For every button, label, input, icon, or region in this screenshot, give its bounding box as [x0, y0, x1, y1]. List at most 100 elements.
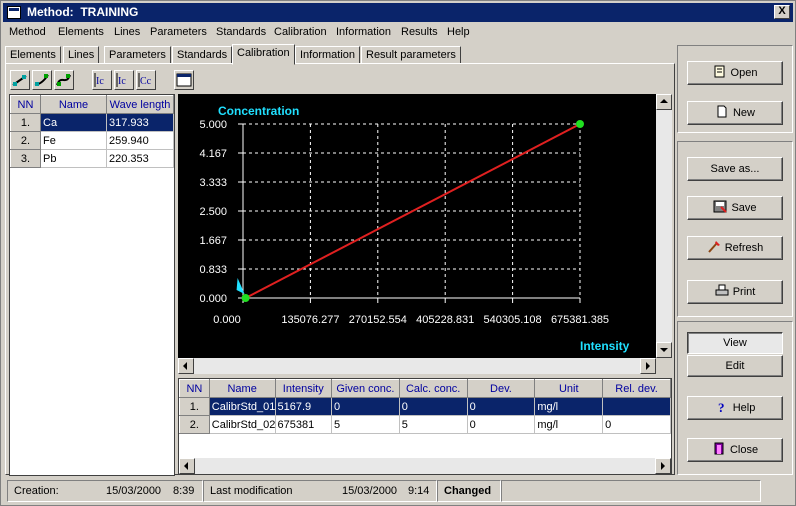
col-nn[interactable]: NN	[179, 379, 210, 398]
x-tick-label: 0.000	[213, 314, 241, 326]
menu-help[interactable]: Help	[447, 26, 470, 38]
view-button[interactable]: View	[687, 332, 783, 354]
open-button[interactable]: Open	[687, 61, 783, 85]
calibration-chart[interactable]: Concentration Intensity 5.000 4.167 3.333 2…	[178, 94, 656, 358]
col-rel-dev[interactable]: Rel. dev.	[602, 379, 671, 398]
standards-horizontal-scrollbar[interactable]	[179, 458, 671, 474]
row-number: 1.	[179, 397, 210, 416]
window-title: Method: TRAINING	[27, 5, 139, 19]
tab-calibration[interactable]: Calibration	[232, 44, 295, 65]
creation-label: Creation:	[14, 485, 59, 497]
standard-given-conc[interactable]: 0	[331, 397, 400, 416]
tab-lines[interactable]: Lines	[63, 46, 100, 64]
print-button[interactable]: Print	[687, 280, 783, 304]
view-label: View	[723, 337, 747, 349]
standard-unit[interactable]: mg/l	[534, 397, 604, 416]
window-icon[interactable]	[174, 70, 194, 90]
new-button[interactable]: New	[687, 101, 783, 125]
menu-parameters[interactable]: Parameters	[150, 26, 207, 38]
title-bar[interactable]: Method: TRAINING X	[3, 3, 793, 22]
standard-calc-conc[interactable]: 0	[398, 397, 468, 416]
window-close-button[interactable]: X	[774, 5, 790, 19]
main-window: Method: TRAINING X Method Elements Lines…	[0, 0, 796, 506]
standard-row[interactable]: 2. CalibrStd_02 675381 5 5 0 mg/l 0	[179, 415, 671, 434]
scroll-left-button[interactable]	[178, 358, 194, 374]
scroll-down-button[interactable]	[656, 342, 672, 358]
col-unit[interactable]: Unit	[534, 379, 604, 398]
calib-cubic-icon[interactable]	[54, 70, 74, 90]
y-tick-label: 5.000	[199, 119, 227, 131]
standard-calc-conc[interactable]: 5	[398, 415, 468, 434]
refresh-button[interactable]: Refresh	[687, 236, 783, 260]
save-button[interactable]: Save	[687, 196, 783, 220]
element-name[interactable]: Fe	[40, 131, 107, 150]
col-given-conc[interactable]: Given conc.	[331, 379, 400, 398]
element-row[interactable]: 3. Pb 220.353	[10, 149, 174, 168]
col-intensity[interactable]: Intensity	[274, 379, 333, 398]
standard-name[interactable]: CalibrStd_02	[208, 415, 276, 434]
help-label: Help	[732, 402, 756, 414]
help-button[interactable]: ? Help	[687, 396, 783, 420]
concentration-correction-icon[interactable]: Cc	[136, 70, 156, 90]
scroll-up-button[interactable]	[656, 94, 672, 110]
y-tick-label: 2.500	[199, 206, 227, 218]
menu-lines[interactable]: Lines	[114, 26, 140, 38]
standard-name[interactable]: CalibrStd_01	[208, 397, 276, 416]
standard-intensity[interactable]: 5167.9	[274, 397, 333, 416]
standard-given-conc[interactable]: 5	[331, 415, 400, 434]
chart-vertical-scrollbar[interactable]	[656, 94, 672, 358]
save-as-button[interactable]: Save as...	[687, 157, 783, 181]
tab-standards[interactable]: Standards	[172, 46, 233, 64]
chart-horizontal-scrollbar[interactable]	[178, 358, 656, 374]
standard-dev[interactable]: 0	[466, 397, 536, 416]
calib-quadratic-icon[interactable]	[32, 70, 52, 90]
col-nn[interactable]: NN	[10, 95, 41, 114]
menu-method[interactable]: Method	[9, 26, 46, 38]
scroll-right-button[interactable]	[655, 458, 671, 474]
modified-panel: Last modification 15/03/2000 9:14	[203, 480, 437, 502]
standard-rel-dev[interactable]: 0	[602, 415, 671, 434]
standard-unit[interactable]: mg/l	[534, 415, 604, 434]
standard-rel-dev[interactable]	[602, 397, 671, 416]
menu-results[interactable]: Results	[401, 26, 438, 38]
menu-standards[interactable]: Standards	[216, 26, 266, 38]
col-name[interactable]: Name	[40, 95, 107, 114]
col-wave-length[interactable]: Wave length	[106, 95, 174, 114]
col-dev[interactable]: Dev.	[466, 379, 536, 398]
status-bar: Creation: 15/03/2000 8:39 Last modificat…	[5, 480, 793, 502]
tab-parameters[interactable]: Parameters	[104, 46, 171, 64]
save-as-label: Save as...	[710, 163, 760, 175]
exit-door-icon	[714, 442, 724, 455]
menu-calibration[interactable]: Calibration	[274, 26, 327, 38]
svg-text:?: ?	[718, 400, 725, 413]
intensity-correction-icon[interactable]: Ic	[92, 70, 112, 90]
close-button[interactable]: Close	[687, 438, 783, 462]
element-row[interactable]: 1. Ca 317.933	[10, 113, 174, 132]
col-name[interactable]: Name	[208, 379, 276, 398]
element-name[interactable]: Ca	[40, 113, 107, 132]
element-wave[interactable]: 259.940	[106, 131, 174, 150]
tab-result-parameters[interactable]: Result parameters	[361, 46, 461, 64]
row-number: 1.	[10, 113, 41, 132]
modified-label: Last modification	[210, 485, 293, 497]
standard-row[interactable]: 1. CalibrStd_01 5167.9 0 0 0 mg/l	[179, 397, 671, 416]
menu-information[interactable]: Information	[336, 26, 391, 38]
scroll-left-button[interactable]	[179, 458, 195, 474]
calib-linear-icon[interactable]	[10, 70, 30, 90]
element-row[interactable]: 2. Fe 259.940	[10, 131, 174, 150]
col-calc-conc[interactable]: Calc. conc.	[398, 379, 468, 398]
menu-elements[interactable]: Elements	[58, 26, 104, 38]
edit-button[interactable]: Edit	[687, 355, 783, 377]
element-wave[interactable]: 220.353	[106, 149, 174, 168]
standard-dev[interactable]: 0	[466, 415, 536, 434]
calibration-chart-svg: Concentration Intensity 5.000 4.167 3.333 2…	[199, 104, 629, 353]
open-icon	[714, 65, 725, 78]
element-wave[interactable]: 317.933	[106, 113, 174, 132]
window-app-icon[interactable]	[7, 6, 21, 19]
element-name[interactable]: Pb	[40, 149, 107, 168]
standard-intensity[interactable]: 675381	[274, 415, 333, 434]
tab-elements[interactable]: Elements	[5, 46, 61, 64]
tab-information[interactable]: Information	[295, 46, 361, 64]
overlap-correction-icon[interactable]: Ic	[114, 70, 134, 90]
scroll-right-button[interactable]	[640, 358, 656, 374]
